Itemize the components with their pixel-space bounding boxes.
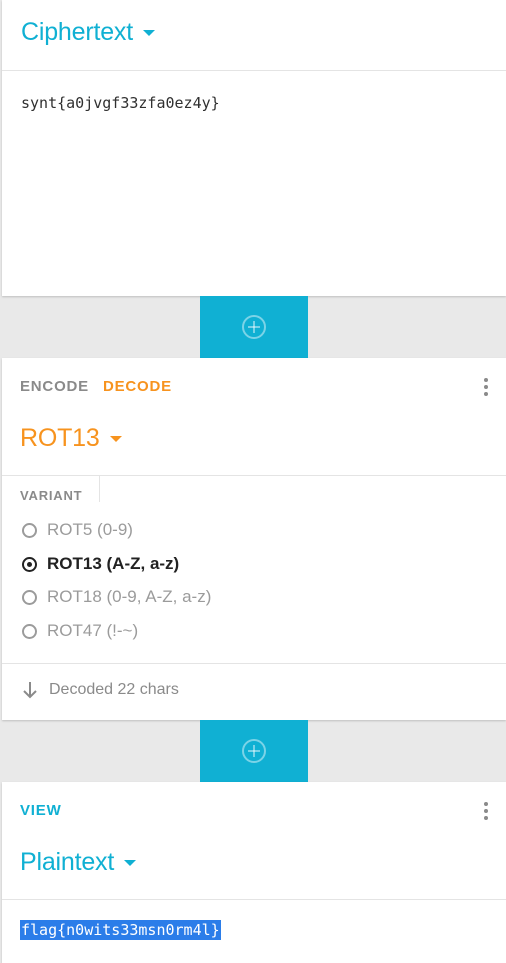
radio-icon: [22, 623, 37, 639]
tab-encode[interactable]: ENCODE: [20, 378, 89, 395]
radio-checked-icon: [22, 556, 37, 572]
plus-circle-icon: [242, 739, 266, 763]
mode-tabs: ENCODE DECODE: [20, 378, 172, 395]
variant-rot18-label: ROT18 (0-9, A-Z, a-z): [47, 587, 212, 606]
variant-rot18[interactable]: ROT18 (0-9, A-Z, a-z): [22, 587, 211, 607]
rot13-card: ENCODE DECODE ROT13 VARIANT ROT5 (0-9) R…: [2, 358, 506, 720]
ciphertext-input[interactable]: synt{a0jvgf33zfa0ez4y}: [21, 94, 486, 274]
radio-icon: [22, 589, 37, 605]
variant-rot5[interactable]: ROT5 (0-9): [22, 520, 133, 540]
divider: [2, 899, 506, 900]
arrow-down-icon: [23, 682, 37, 699]
add-operation-button[interactable]: [200, 296, 308, 358]
plaintext-title: Plaintext: [20, 848, 115, 876]
variant-rot47[interactable]: ROT47 (!-~): [22, 621, 138, 641]
caret-down-icon: [142, 29, 155, 36]
more-vertical-icon[interactable]: [484, 802, 488, 823]
plus-circle-icon: [242, 315, 266, 339]
divider: [2, 475, 506, 476]
add-operation-button[interactable]: [200, 720, 308, 782]
selected-text: flag{n0wits33msn0rm4l}: [20, 920, 221, 940]
plaintext-card: VIEW Plaintext flag{n0wits33msn0rm4l}: [2, 782, 506, 963]
more-vertical-icon[interactable]: [484, 378, 488, 399]
ciphertext-selector[interactable]: Ciphertext: [21, 18, 155, 47]
status-row: Decoded 22 chars: [22, 681, 179, 699]
operation-title: ROT13: [20, 424, 100, 452]
variant-rot13-label: ROT13 (A-Z, a-z): [47, 554, 180, 573]
operation-selector[interactable]: ROT13: [20, 424, 122, 453]
tab-decode[interactable]: DECODE: [103, 378, 172, 395]
ciphertext-card: Ciphertext synt{a0jvgf33zfa0ez4y}: [2, 0, 506, 296]
variant-label: VARIANT: [20, 488, 83, 503]
variant-label-separator: [99, 476, 100, 502]
plaintext-selector[interactable]: Plaintext: [20, 848, 137, 877]
divider: [2, 70, 506, 71]
divider: [2, 663, 506, 664]
variant-rot47-label: ROT47 (!-~): [47, 621, 139, 640]
variant-rot13[interactable]: ROT13 (A-Z, a-z): [22, 554, 179, 574]
caret-down-icon: [109, 435, 122, 442]
plaintext-output[interactable]: flag{n0wits33msn0rm4l}: [20, 920, 221, 940]
status-text: Decoded 22 chars: [49, 681, 179, 698]
caret-down-icon: [124, 859, 137, 866]
ciphertext-title: Ciphertext: [21, 18, 133, 46]
view-label: VIEW: [20, 802, 62, 819]
variant-rot5-label: ROT5 (0-9): [47, 520, 133, 539]
radio-icon: [22, 522, 37, 538]
